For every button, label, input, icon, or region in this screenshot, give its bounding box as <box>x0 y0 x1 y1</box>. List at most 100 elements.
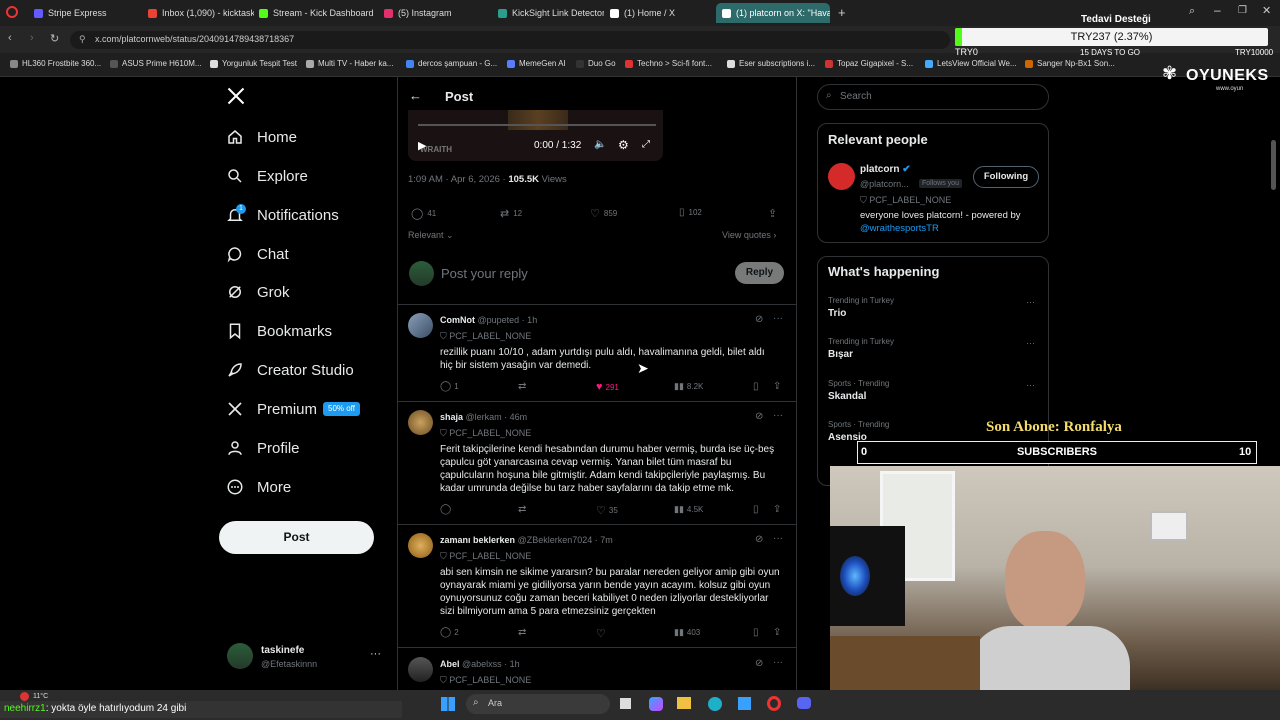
trend-item[interactable]: Sports · Trending Skandal <box>828 379 1038 402</box>
reply-action[interactable]: ◯ <box>440 504 451 515</box>
person-name[interactable]: platcorn ✔ <box>860 164 911 175</box>
more-icon[interactable]: ··· <box>773 410 783 421</box>
reload-icon[interactable]: ↻ <box>50 32 59 45</box>
back-arrow-icon[interactable]: ← <box>409 88 422 103</box>
bookmark-item[interactable]: HL360 Frostbite 360... <box>10 59 101 68</box>
more-icon[interactable]: ··· <box>773 313 783 324</box>
like-action[interactable]: ♥ 291 <box>596 381 619 393</box>
new-tab-icon[interactable]: + <box>838 5 846 20</box>
tab-x-post[interactable]: (1) platcorn on X: "Havaal <box>716 3 830 23</box>
grok-icon[interactable]: ⊘ <box>755 411 763 422</box>
bookmark-item[interactable]: dercos şampuan - G... <box>406 59 497 68</box>
repost-action[interactable]: ⇄ <box>518 627 526 638</box>
page-scrollbar[interactable] <box>1271 140 1276 190</box>
search-input[interactable]: Search <box>817 84 1049 110</box>
store-icon[interactable] <box>738 697 751 710</box>
tab-stripe[interactable]: Stripe Express <box>28 3 143 23</box>
reply-action[interactable]: ◯ 2 <box>440 627 459 638</box>
repost-action[interactable]: ⇄ 12 <box>500 207 522 220</box>
video-progress-track[interactable] <box>418 124 656 126</box>
bookmark-action[interactable]: ▯ 102 <box>679 207 702 218</box>
edge-icon[interactable] <box>708 697 722 711</box>
maximize-icon[interactable]: ❐ <box>1238 5 1247 16</box>
reply-action[interactable]: ◯ 41 <box>411 207 436 220</box>
bookmark-action[interactable]: ▯ <box>753 627 759 638</box>
nav-profile[interactable]: Profile <box>226 433 300 463</box>
play-icon[interactable]: ▶ <box>418 139 426 152</box>
opera-logo-icon[interactable] <box>6 6 18 18</box>
nav-chat[interactable]: Chat <box>226 239 289 269</box>
search-tabs-icon[interactable]: ⌕ <box>1189 5 1195 18</box>
settings-icon[interactable]: ⚙ <box>618 138 629 152</box>
forward-icon[interactable]: › <box>30 32 34 44</box>
grok-icon[interactable]: ⊘ <box>755 314 763 325</box>
trend-item[interactable]: Trending in Turkey Bışar <box>828 337 1038 360</box>
avatar[interactable] <box>408 410 433 435</box>
bookmark-item[interactable]: Duo Go <box>576 59 616 68</box>
avatar[interactable] <box>408 533 433 558</box>
nav-creator-studio[interactable]: Creator Studio <box>226 355 354 385</box>
sort-dropdown[interactable]: Relevant ⌄ <box>408 230 454 241</box>
bookmark-item[interactable]: Sanger Np-Bx1 Son... <box>1025 59 1115 68</box>
minimize-icon[interactable]: – <box>1214 3 1221 17</box>
share-action[interactable]: ⇪ <box>773 504 781 515</box>
taskbar-search[interactable]: Ara <box>466 694 610 714</box>
nav-home[interactable]: Home <box>226 122 297 152</box>
bookmark-item[interactable]: Yorgunluk Tespit Test <box>210 59 297 68</box>
grok-icon[interactable]: ⊘ <box>755 534 763 545</box>
reply-action[interactable]: ◯ 1 <box>440 381 459 392</box>
tab-instagram[interactable]: (5) Instagram <box>378 3 493 23</box>
video-player[interactable]: WRAITH ▶ 0:00 / 1:32 🔈 ⚙ ⤢ <box>408 110 663 161</box>
more-icon[interactable]: ··· <box>773 657 783 668</box>
bookmark-item[interactable]: Topaz Gigapixel - S... <box>825 59 913 68</box>
view-quotes-link[interactable]: View quotes › <box>722 230 776 240</box>
explorer-icon[interactable] <box>677 697 691 709</box>
copilot-icon[interactable] <box>649 697 663 711</box>
person-link[interactable]: @wraithesportsTR <box>860 223 939 234</box>
tab-kicksight[interactable]: KickSight Link Detector <box>492 3 604 23</box>
nav-grok[interactable]: Grok <box>226 277 290 307</box>
x-logo-icon[interactable] <box>226 86 248 108</box>
nav-bookmarks[interactable]: Bookmarks <box>226 316 332 346</box>
post-button[interactable]: Post <box>219 521 374 554</box>
bookmark-action[interactable]: ▯ <box>753 504 759 515</box>
back-icon[interactable]: ‹ <box>8 32 12 44</box>
nav-explore[interactable]: Explore <box>226 161 308 191</box>
share-action[interactable]: ⇪ <box>773 627 781 638</box>
more-icon[interactable]: ··· <box>1026 297 1035 307</box>
more-icon[interactable]: ··· <box>1026 338 1035 348</box>
repost-action[interactable]: ⇄ <box>518 504 526 515</box>
views-action[interactable]: ▮▮ 4.5K <box>674 504 703 515</box>
tab-inbox[interactable]: Inbox (1,090) - kicktaskine <box>142 3 254 23</box>
avatar[interactable] <box>408 313 433 338</box>
avatar[interactable] <box>408 657 433 682</box>
repost-action[interactable]: ⇄ <box>518 381 526 392</box>
bookmark-item[interactable]: Eser subscriptions i... <box>727 59 815 68</box>
trend-item[interactable]: Trending in Turkey Trio <box>828 296 1038 319</box>
avatar[interactable] <box>227 643 253 669</box>
opera-icon[interactable] <box>767 696 781 711</box>
windows-start-icon[interactable] <box>441 697 455 711</box>
task-view-icon[interactable] <box>620 698 631 709</box>
grok-icon[interactable]: ⊘ <box>755 658 763 669</box>
discord-icon[interactable] <box>797 697 811 709</box>
share-action[interactable]: ⇪ <box>768 207 777 220</box>
views-action[interactable]: ▮▮ 403 <box>674 627 700 638</box>
bookmark-item[interactable]: ASUS Prime H610M... <box>110 59 202 68</box>
nav-more[interactable]: More <box>226 472 291 502</box>
account-more-icon[interactable]: ··· <box>370 648 381 660</box>
reply-button[interactable]: Reply <box>735 262 784 284</box>
reply-input[interactable]: Post your reply <box>441 266 528 281</box>
bookmark-item[interactable]: Multi TV - Haber ka... <box>306 59 393 68</box>
bookmark-item[interactable]: Techno > Sci-fi font... <box>625 59 712 68</box>
volume-icon[interactable]: 🔈 <box>594 139 606 150</box>
views-action[interactable]: ▮▮ 8.2K <box>674 381 703 392</box>
avatar[interactable] <box>828 163 855 190</box>
tab-x-home[interactable]: (1) Home / X <box>604 3 716 23</box>
bookmark-item[interactable]: MemeGen AI <box>507 59 566 68</box>
share-action[interactable]: ⇪ <box>773 381 781 392</box>
bookmark-item[interactable]: LetsView Official We... <box>925 59 1017 68</box>
like-action[interactable]: ♡ <box>596 627 606 640</box>
nav-premium[interactable]: Premium <box>226 394 317 424</box>
url-field[interactable]: x.com/platcornweb/status/204091478943871… <box>70 31 950 49</box>
